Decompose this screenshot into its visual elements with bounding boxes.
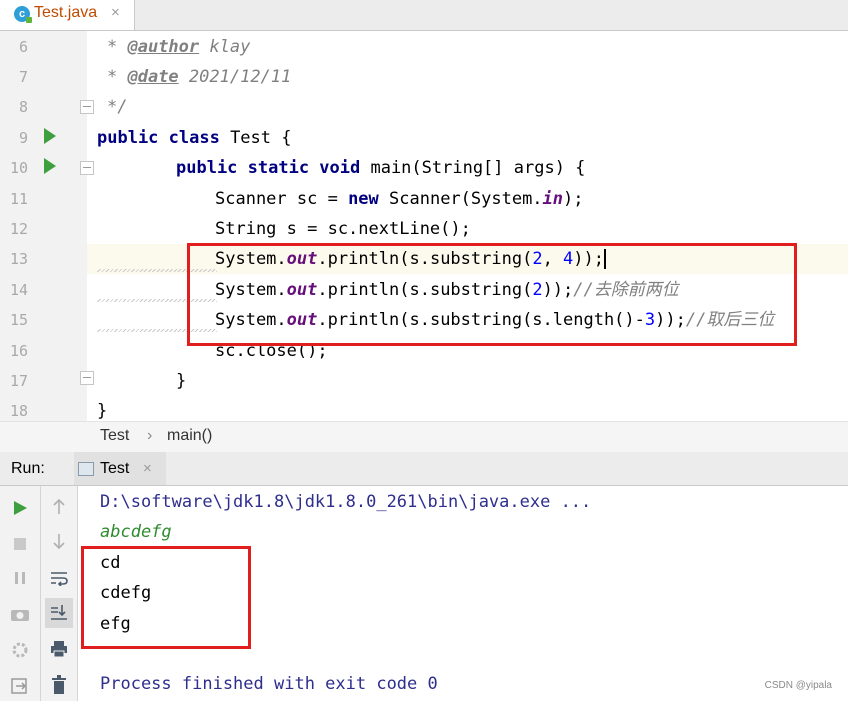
line-number: 17 bbox=[9, 372, 28, 390]
run-class-icon[interactable] bbox=[44, 128, 56, 144]
line-number: 13 bbox=[9, 250, 28, 268]
code-line-7: * @date 2021/12/11 bbox=[107, 67, 292, 87]
breadcrumb-method[interactable]: main() bbox=[167, 427, 212, 445]
breadcrumb-separator: › bbox=[147, 427, 153, 444]
run-toolbar bbox=[0, 486, 41, 701]
code-line-9: public class Test { bbox=[97, 128, 292, 148]
console-command-line: D:\software\jdk1.8\jdk1.8.0_261\bin\java… bbox=[100, 492, 592, 512]
close-icon[interactable]: × bbox=[143, 460, 152, 477]
stop-icon[interactable] bbox=[12, 536, 28, 552]
down-arrow-icon[interactable] bbox=[51, 532, 67, 550]
tab-test-java[interactable]: c Test.java × bbox=[0, 0, 135, 30]
line-number: 14 bbox=[9, 281, 28, 299]
exit-icon[interactable] bbox=[10, 677, 30, 695]
code-line-17: } bbox=[176, 371, 187, 391]
run-toolbar-secondary bbox=[41, 486, 78, 701]
line-number: 9 bbox=[18, 129, 28, 147]
run-main-icon[interactable] bbox=[44, 158, 56, 174]
code-line-18: } bbox=[97, 401, 108, 421]
print-icon[interactable] bbox=[50, 640, 68, 658]
camera-icon[interactable] bbox=[10, 606, 30, 622]
code-line-11: Scanner sc = new Scanner(System.in); bbox=[215, 189, 584, 209]
watermark: CSDN @yipala bbox=[764, 680, 832, 691]
line-number: 7 bbox=[18, 68, 28, 86]
line-number: 12 bbox=[9, 220, 28, 238]
rerun-icon[interactable] bbox=[12, 500, 28, 516]
fold-icon[interactable] bbox=[80, 161, 94, 175]
trash-icon[interactable] bbox=[51, 675, 67, 695]
line-number: 6 bbox=[18, 38, 28, 56]
tab-label: Test.java bbox=[34, 4, 98, 21]
scroll-to-end-icon bbox=[51, 605, 67, 620]
run-label: Run: bbox=[11, 460, 45, 477]
code-line-8: */ bbox=[107, 97, 128, 117]
breadcrumb-class[interactable]: Test bbox=[100, 427, 129, 445]
run-panel-header: Run: Test × bbox=[0, 452, 848, 486]
fold-icon[interactable] bbox=[80, 371, 94, 385]
line-number: 18 bbox=[9, 402, 28, 420]
settings-icon[interactable] bbox=[10, 641, 30, 659]
console-user-input: abcdefg bbox=[100, 522, 172, 542]
java-class-icon: c bbox=[14, 6, 32, 23]
line-number: 16 bbox=[9, 342, 28, 360]
line-number: 11 bbox=[9, 190, 28, 208]
breadcrumb: Test › main() bbox=[0, 421, 848, 452]
fold-icon[interactable] bbox=[80, 100, 94, 114]
editor-tab-bar: c Test.java × bbox=[0, 0, 848, 31]
line-number: 10 bbox=[9, 159, 28, 177]
annotation-box-code bbox=[187, 243, 797, 346]
run-tab-test[interactable]: Test × bbox=[74, 452, 166, 485]
console-icon bbox=[78, 462, 94, 476]
code-line-10: public static void main(String[] args) { bbox=[176, 158, 586, 178]
pause-icon[interactable] bbox=[12, 570, 28, 586]
line-number: 8 bbox=[18, 98, 28, 116]
scroll-to-end-toggle[interactable] bbox=[45, 598, 73, 628]
annotation-box-output bbox=[81, 546, 251, 649]
line-number: 15 bbox=[9, 311, 28, 329]
run-tab-label: Test bbox=[100, 460, 130, 477]
up-arrow-icon[interactable] bbox=[51, 498, 67, 516]
console-exit-message: Process finished with exit code 0 bbox=[100, 674, 438, 694]
code-line-12: String s = sc.nextLine(); bbox=[215, 219, 471, 239]
close-icon[interactable]: × bbox=[111, 4, 120, 21]
soft-wrap-icon[interactable] bbox=[50, 570, 68, 586]
code-editor[interactable]: 6 7 8 9 10 11 12 13 14 15 16 17 18 * @au… bbox=[0, 31, 848, 421]
code-line-6: * @author klay bbox=[107, 37, 251, 57]
